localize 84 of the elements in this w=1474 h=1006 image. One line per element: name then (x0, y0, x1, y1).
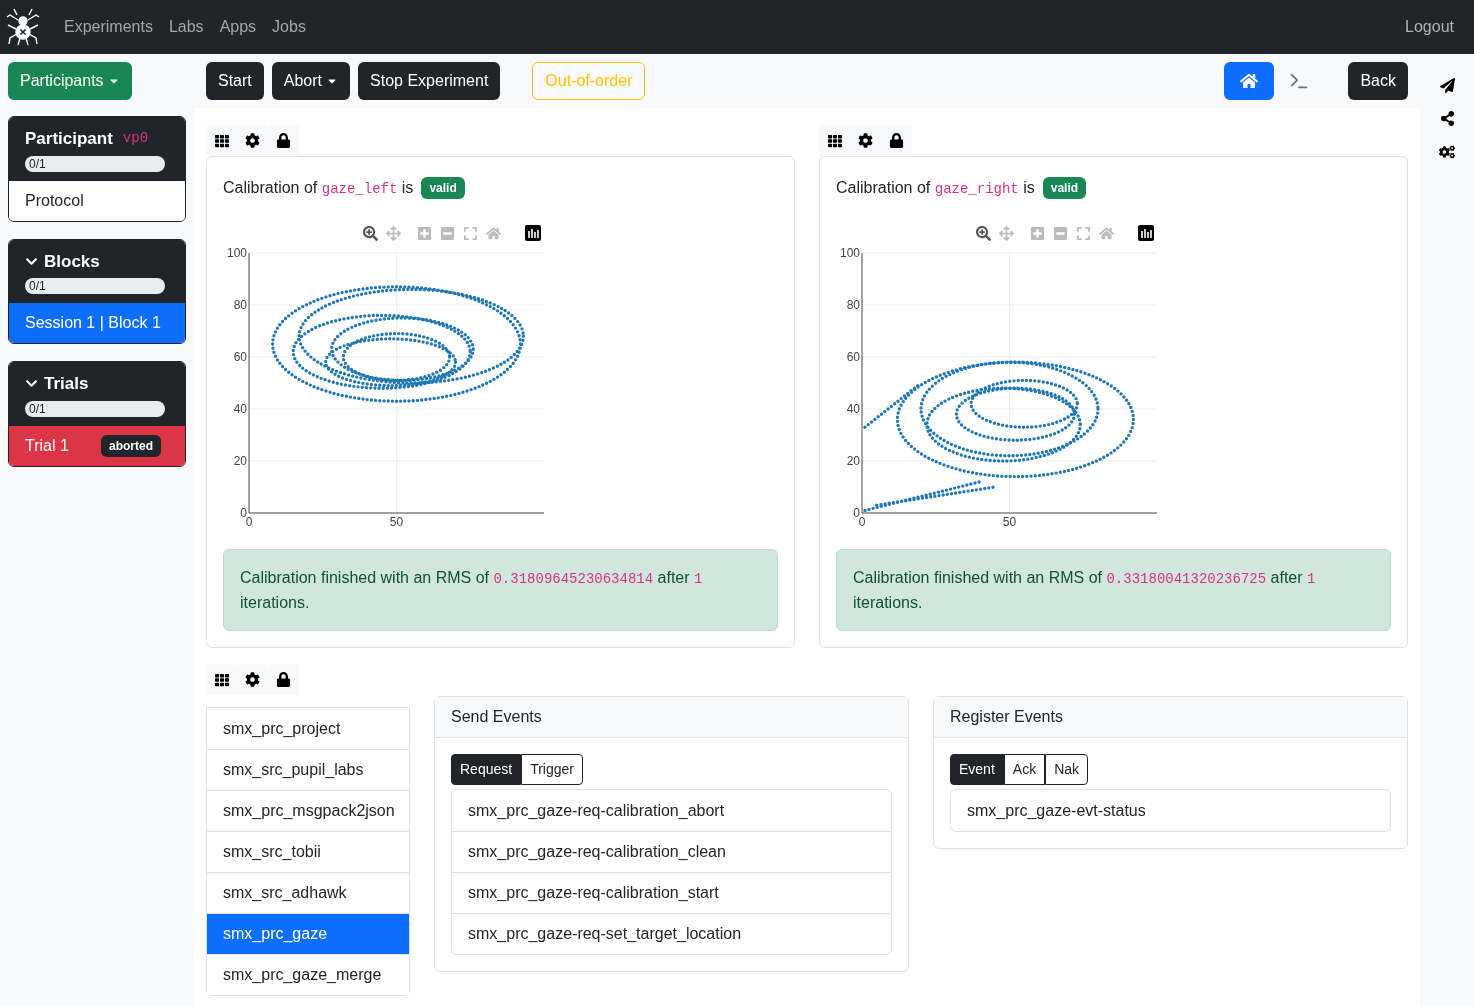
y-tick-label: 60 (233, 350, 247, 364)
grid-icon (827, 133, 842, 148)
y-tick-label: 0 (240, 506, 247, 520)
share-icon[interactable] (1439, 111, 1455, 126)
grid-tab[interactable] (819, 125, 850, 156)
nav-link[interactable]: Jobs (272, 15, 306, 39)
chart-logo-icon[interactable] (525, 225, 541, 241)
nav-link[interactable]: Labs (168, 15, 204, 39)
y-tick-label: 100 (226, 246, 247, 260)
y-tick-label: 60 (846, 350, 860, 364)
y-tick-label: 40 (233, 402, 247, 416)
zoom-icon[interactable] (976, 225, 991, 241)
toolbar-button[interactable]: Start (206, 62, 264, 100)
x-tick-label: 50 (389, 515, 404, 529)
toolbar-button[interactable]: Stop Experiment (358, 62, 501, 100)
y-tick-label: 80 (846, 298, 860, 312)
home-button[interactable] (1224, 62, 1275, 100)
progress-label: 0/1 (28, 157, 46, 170)
alert-message: Calibration finished with an RMS of 0.31809645230634814 after 1 iterations. (240, 567, 704, 613)
lock-icon (889, 133, 904, 148)
settings-icon (858, 133, 873, 148)
grid-tab[interactable] (206, 125, 237, 156)
calibration-title: Calibration of gaze_left is (223, 178, 414, 199)
lock-tab[interactable] (268, 664, 299, 695)
participant-code: vp0 (122, 129, 149, 149)
y-tick-label: 0 (853, 506, 860, 520)
nav-link[interactable]: Apps (219, 15, 257, 39)
zoom-icon[interactable] (363, 225, 378, 241)
settings-icon (245, 133, 260, 148)
event-item[interactable]: smx_prc_gaze-evt-status (951, 790, 1390, 831)
sidebar-item[interactable]: Trial 1 aborted (9, 425, 185, 466)
lock-icon (276, 672, 291, 687)
item-label: Protocol (25, 190, 84, 211)
sidebar-item[interactable]: Session 1 | Block 1 (9, 303, 185, 343)
chart-logo-icon[interactable] (1138, 225, 1154, 241)
event-item[interactable]: smx_prc_gaze-req-set_target_location (452, 913, 891, 954)
toolbar-button[interactable]: Abort (271, 62, 351, 100)
y-tick-label: 40 (846, 402, 860, 416)
event-type-tab[interactable]: Nak (1045, 754, 1089, 785)
progress-label: 0/1 (28, 402, 46, 415)
validity-badge: valid (1042, 177, 1087, 199)
event-item[interactable]: smx_prc_gaze-req-calibration_start (452, 872, 891, 913)
gears-icon[interactable] (1439, 144, 1455, 160)
event-type-tab[interactable]: Ack (1003, 754, 1046, 785)
card-title: Participant (25, 128, 113, 150)
send-icon[interactable] (1439, 78, 1455, 93)
nav-link[interactable]: Experiments (64, 15, 153, 39)
grid-icon (214, 133, 229, 148)
y-tick-label: 20 (233, 454, 247, 468)
alert-message: Calibration finished with an RMS of 0.33180041320236725 after 1 iterations. (853, 567, 1317, 613)
calibration-title: Calibration of gaze_right is (836, 178, 1035, 199)
participants-button[interactable]: Participants (8, 62, 132, 100)
event-type-tab[interactable]: Event (950, 754, 1004, 785)
x-tick-label: 0 (245, 515, 253, 529)
spider-logo-icon[interactable] (6, 7, 40, 47)
home-icon (1240, 72, 1259, 90)
card-title: Send Events (451, 707, 542, 727)
y-tick-label: 100 (839, 246, 860, 260)
progress-label: 0/1 (28, 280, 46, 292)
item-label: Trial 1 (25, 435, 69, 456)
grid-icon (214, 672, 229, 687)
back-button[interactable]: Back (1348, 62, 1408, 100)
card-title: Trials (44, 373, 89, 395)
module-item[interactable]: smx_prc_gaze (207, 913, 409, 954)
lock-tab[interactable] (881, 125, 912, 156)
x-tick-label: 0 (858, 515, 866, 529)
card-title: Blocks (44, 250, 100, 273)
event-type-tab[interactable]: Trigger (521, 754, 583, 785)
settings-icon (245, 672, 260, 687)
validity-badge: valid (421, 177, 465, 199)
module-item[interactable]: smx_prc_gaze_merge (207, 954, 409, 995)
lock-icon (276, 133, 291, 148)
status-badge: aborted (101, 434, 161, 457)
x-tick-label: 50 (1002, 515, 1017, 529)
y-tick-label: 80 (233, 298, 247, 312)
event-item[interactable]: smx_prc_gaze-req-calibration_abort (452, 790, 891, 831)
item-label: Session 1 | Block 1 (25, 313, 161, 333)
grid-tab[interactable] (206, 664, 237, 695)
lock-tab[interactable] (268, 125, 299, 156)
y-tick-label: 20 (846, 454, 860, 468)
card-title: Register Events (950, 707, 1063, 727)
logout-link[interactable]: Logout (1405, 15, 1454, 39)
event-type-tab[interactable]: Request (451, 754, 522, 785)
event-item[interactable]: smx_prc_gaze-req-calibration_clean (452, 831, 891, 872)
